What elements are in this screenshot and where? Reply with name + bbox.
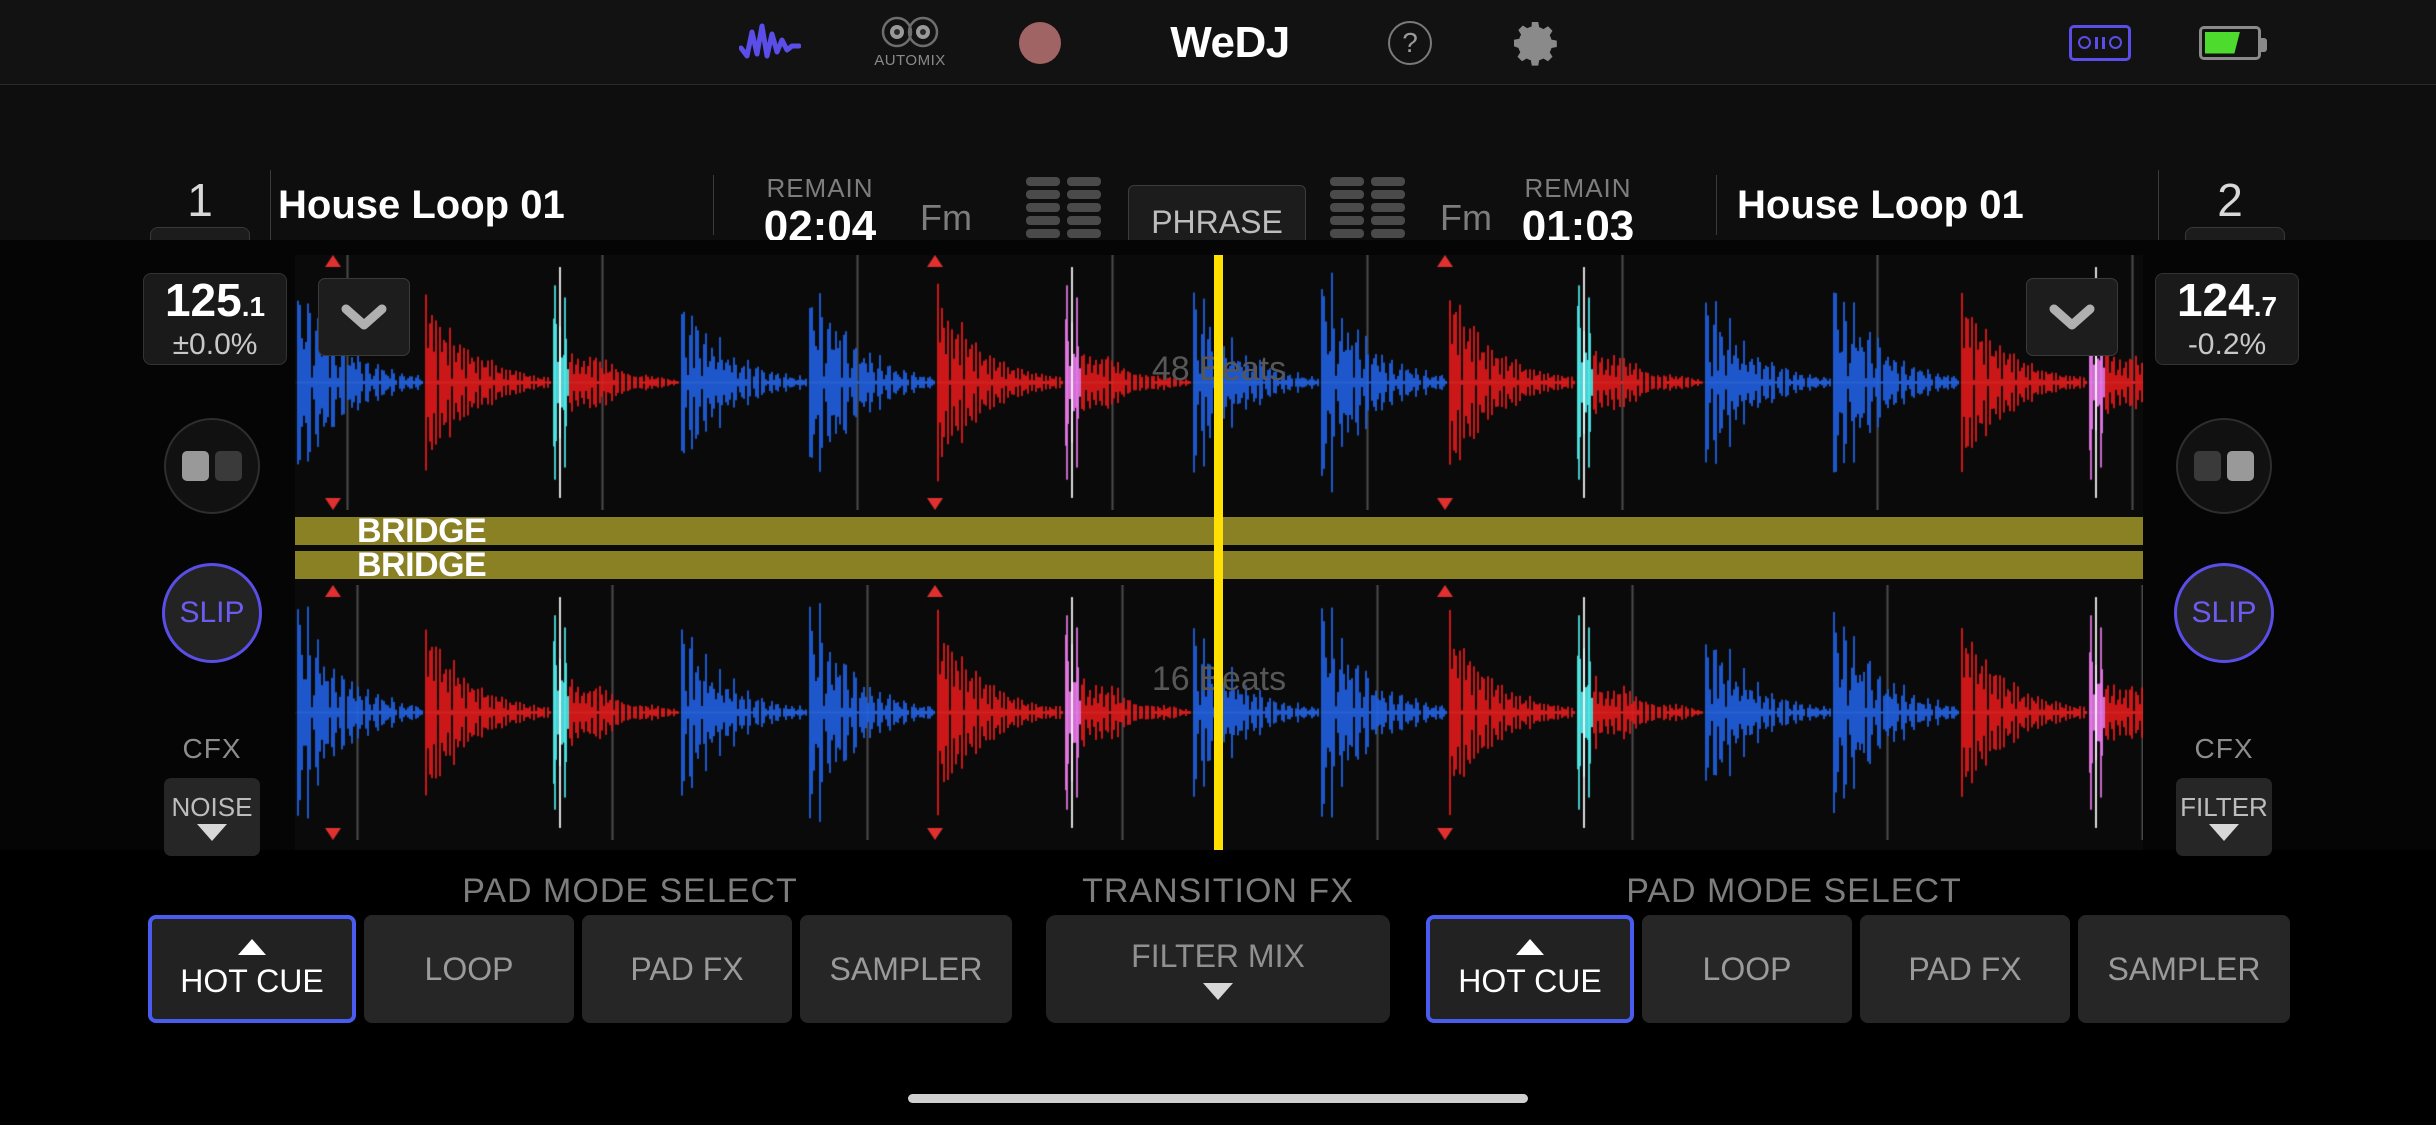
triangle-down-icon bbox=[2209, 824, 2239, 841]
home-indicator[interactable] bbox=[908, 1094, 1528, 1103]
deck-1-track-title: House Loop 01 bbox=[278, 183, 565, 227]
pad-mode-sampler-left[interactable]: SAMPLER bbox=[800, 915, 1012, 1023]
deck-2-bpm-display[interactable]: 124.7 -0.2% bbox=[2155, 273, 2299, 365]
chevron-down-icon bbox=[341, 304, 387, 330]
transition-fx-select[interactable]: FILTER MIX bbox=[1046, 915, 1390, 1023]
deck-1-cfx-value: NOISE bbox=[171, 792, 253, 822]
deck-2-cfx-select[interactable]: FILTER bbox=[2176, 778, 2272, 856]
deck-2-bpm-decimal: .7 bbox=[2253, 290, 2278, 322]
deck-2-track-title: House Loop 01 bbox=[1737, 183, 2024, 227]
deck-1-bpm-decimal: .1 bbox=[241, 290, 266, 322]
waveform-icon[interactable] bbox=[730, 0, 810, 85]
triangle-up-icon bbox=[238, 938, 266, 955]
record-dot-icon bbox=[1019, 21, 1061, 64]
device-connected-icon bbox=[2069, 24, 2131, 61]
phrase-sync-line1: PHRASE bbox=[1151, 204, 1283, 240]
pad-mode-select-label-left: PAD MODE SELECT bbox=[462, 872, 798, 910]
help-icon: ? bbox=[1388, 20, 1432, 65]
wedj-app-window: AUTOMIX WeDJ ? 1 House Loop 01 REMAIN 02… bbox=[0, 0, 2436, 1125]
pad-mode-loop-right[interactable]: LOOP bbox=[1642, 915, 1852, 1023]
settings-button[interactable] bbox=[1495, 0, 1575, 85]
deck-2-pitch: -0.2% bbox=[2187, 327, 2267, 361]
record-button[interactable] bbox=[1000, 0, 1080, 85]
gear-icon bbox=[1514, 21, 1557, 66]
pad-mode-pad-fx-right[interactable]: PAD FX bbox=[1860, 915, 2070, 1023]
battery-indicator bbox=[2185, 0, 2275, 85]
deck-2-expand-button[interactable] bbox=[2026, 278, 2118, 356]
deck-1-key: Fm bbox=[920, 197, 972, 238]
triangle-down-icon bbox=[1203, 983, 1233, 1000]
deck-2-slip-button[interactable]: SLIP bbox=[2174, 563, 2274, 663]
deck-2-bpm: 124 bbox=[2176, 273, 2254, 326]
deck-1-cfx-select[interactable]: NOISE bbox=[164, 778, 260, 856]
deck-1-slip-button[interactable]: SLIP bbox=[162, 563, 262, 663]
chevron-down-icon bbox=[2049, 304, 2095, 330]
automix-button[interactable]: AUTOMIX bbox=[860, 0, 960, 85]
deck-1-expand-button[interactable] bbox=[318, 278, 410, 356]
deck-2-phrase-label: BRIDGE bbox=[357, 546, 487, 584]
pad-mode-pad-fx-left[interactable]: PAD FX bbox=[582, 915, 792, 1023]
pad-mode-select-label-right: PAD MODE SELECT bbox=[1626, 872, 1962, 910]
deck-1-bpm-display[interactable]: 125.1 ±0.0% bbox=[143, 273, 287, 365]
deck-header-strip: 1 House Loop 01 REMAIN 02:04 Fm PHRASE S… bbox=[0, 85, 2436, 325]
deck-2-cfx-label: CFX bbox=[2194, 733, 2254, 764]
device-status-button[interactable] bbox=[2055, 0, 2145, 85]
main-playhead bbox=[1214, 255, 1223, 850]
deck-1-play-pause-button[interactable] bbox=[164, 418, 260, 514]
deck-2-play-pause-button[interactable] bbox=[2176, 418, 2272, 514]
app-title: WeDJ bbox=[1170, 17, 1290, 67]
deck-1-cfx-label: CFX bbox=[182, 733, 242, 764]
triangle-up-icon bbox=[1516, 938, 1544, 955]
transition-fx-value: FILTER MIX bbox=[1131, 938, 1305, 974]
deck-2-cfx-value: FILTER bbox=[2180, 792, 2268, 822]
deck-1-pitch: ±0.0% bbox=[172, 327, 258, 361]
triangle-down-icon bbox=[197, 824, 227, 841]
help-button[interactable]: ? bbox=[1370, 0, 1450, 85]
deck-1-number: 1 bbox=[187, 174, 213, 226]
deck-2-number: 2 bbox=[2217, 174, 2243, 226]
pad-mode-loop-left[interactable]: LOOP bbox=[364, 915, 574, 1023]
battery-icon bbox=[2199, 25, 2267, 60]
pad-mode-sampler-right[interactable]: SAMPLER bbox=[2078, 915, 2290, 1023]
top-bar: AUTOMIX WeDJ ? bbox=[0, 0, 2436, 85]
automix-infinity-icon bbox=[881, 16, 939, 48]
automix-label: AUTOMIX bbox=[874, 52, 946, 69]
pad-mode-hot-cue-left[interactable]: HOT CUE bbox=[148, 915, 356, 1023]
transition-fx-label: TRANSITION FX bbox=[1082, 872, 1354, 910]
pad-mode-hot-cue-right[interactable]: HOT CUE bbox=[1426, 915, 1634, 1023]
deck-1-bpm: 125 bbox=[164, 273, 242, 326]
